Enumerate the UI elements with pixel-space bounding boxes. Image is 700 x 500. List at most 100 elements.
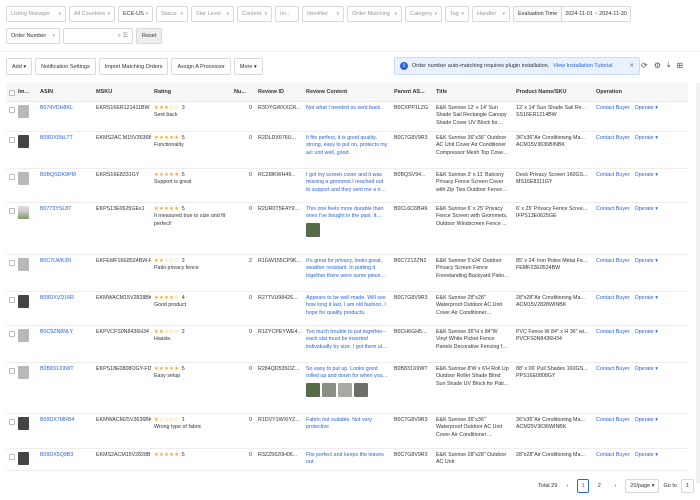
operate-dropdown[interactable]: Operate ▾ xyxy=(635,329,658,337)
product-thumbnail[interactable] xyxy=(18,171,29,185)
status-select[interactable]: Status ▾ xyxy=(156,6,188,22)
order-number-select[interactable]: Order Number ▾ xyxy=(6,28,60,44)
product-thumbnail[interactable] xyxy=(18,205,29,219)
installation-tutorial-link[interactable]: View Installation Tutorial xyxy=(553,63,612,69)
row-select-cell[interactable] xyxy=(6,202,15,255)
product-thumbnail[interactable] xyxy=(18,134,29,148)
contact-buyer-link[interactable]: Contact Buyer xyxy=(596,295,630,303)
row-select-cell[interactable] xyxy=(6,254,15,292)
contact-buyer-link[interactable]: Contact Buyer xyxy=(596,417,630,425)
add-button[interactable]: Add ▾ xyxy=(6,58,33,75)
table-row[interactable]: B09DX5Q9B3 EKMS2ACM15V2828BK ★★★★★ 5 0 R… xyxy=(6,448,688,471)
tag-select[interactable]: Tag ▾ xyxy=(445,6,469,22)
table-row[interactable]: B09DX7MRB4 EKMWACM25V3636BK ★☆☆☆☆ 1 Wrong… xyxy=(6,413,688,449)
more-button[interactable]: More ▾ xyxy=(233,58,263,75)
operate-dropdown[interactable]: Operate ▾ xyxy=(635,258,658,266)
product-thumbnail[interactable] xyxy=(18,451,29,465)
page-2-button[interactable]: 2 xyxy=(593,479,605,493)
table-row[interactable]: B09DX5NL7T EKMS2AC M15V3636BK ★★★★★ 5 Fun… xyxy=(6,131,688,169)
asin-link[interactable]: B0BQSDK9PM xyxy=(40,172,76,178)
order-matching-select[interactable]: Order Matching ▾ xyxy=(347,6,402,22)
table-row[interactable]: B074VDH8KL EKRS16ER121411BW ★★★☆☆ 3 Sent … xyxy=(6,101,688,132)
operate-dropdown[interactable]: Operate ▾ xyxy=(635,105,658,113)
operate-dropdown[interactable]: Operate ▾ xyxy=(635,295,658,303)
row-select-cell[interactable] xyxy=(6,325,15,363)
review-content-link[interactable]: Too much trouble to put together--each s… xyxy=(306,329,388,352)
asin-link[interactable]: B0C9ZN8NLY xyxy=(40,329,73,335)
row-select-cell[interactable] xyxy=(6,131,15,169)
table-row[interactable]: B0C9ZN8NLY EKPVCFS0N8436H34 ★★☆☆☆ 2 Hassl… xyxy=(6,325,688,363)
contact-buyer-link[interactable]: Contact Buyer xyxy=(596,105,630,113)
row-select-cell[interactable] xyxy=(6,168,15,203)
operate-dropdown[interactable]: Operate ▾ xyxy=(635,135,658,143)
download-icon[interactable]: ⤓ xyxy=(667,60,671,70)
im-select[interactable]: Im... xyxy=(275,6,299,22)
asin-link[interactable]: B09DXVD16R xyxy=(40,295,74,301)
review-content-link[interactable]: It's great for privacy, looks great, wea… xyxy=(306,258,388,281)
evaluation-time-range[interactable]: Evaluation Time 2024-11-01 ~ 2024-11-30 xyxy=(513,6,631,22)
table-row[interactable]: B0BQSDK9PM EKRS16E8331GY ★★★★★ 5 Support … xyxy=(6,168,688,203)
operate-dropdown[interactable]: Operate ▾ xyxy=(635,172,658,180)
vertical-scrollbar[interactable] xyxy=(696,83,700,483)
review-image[interactable] xyxy=(306,222,320,237)
asin-link[interactable]: B09DX7MRB4 xyxy=(40,417,74,423)
contact-buyer-link[interactable]: Contact Buyer xyxy=(596,172,630,180)
review-content-link[interactable]: This one feels more durable than ones I'… xyxy=(306,206,388,221)
contact-buyer-link[interactable]: Contact Buyer xyxy=(596,329,630,337)
asin-link[interactable]: B0C7LWK3N xyxy=(40,258,71,264)
column-setting-icon[interactable]: ⊞ xyxy=(676,61,683,70)
identifier-select[interactable]: Identifier ▾ xyxy=(302,6,344,22)
table-row[interactable]: B0C7LWK3N EKFEMF16E8524BW-FEM ★★☆☆☆ 2Pat… xyxy=(6,254,688,292)
asin-link[interactable]: B09DX5Q9B3 xyxy=(40,452,73,458)
search-icon[interactable]: ⌕ ☰ xyxy=(118,32,128,40)
table-row[interactable]: B0773YSL8T EKPS13E0625GEx1 ★★★★★ 5 It mea… xyxy=(6,202,688,255)
operate-dropdown[interactable]: Operate ▾ xyxy=(635,417,658,425)
row-select-cell[interactable] xyxy=(6,413,15,449)
row-select-cell[interactable] xyxy=(6,101,15,132)
review-content-link[interactable]: Not what I needed so sent back xyxy=(306,105,388,113)
table-row[interactable]: B0B831X9WT EKPS18E0808OGY-FD ★★★★★ 5 Easy… xyxy=(6,362,688,414)
operate-dropdown[interactable]: Operate ▾ xyxy=(635,366,658,374)
category-select[interactable]: Category ▾ xyxy=(405,6,442,22)
import-matching-orders-button[interactable]: Import Matching Orders xyxy=(98,58,169,75)
product-thumbnail[interactable] xyxy=(18,365,29,379)
handler-select[interactable]: Handler ▾ xyxy=(472,6,510,22)
settings-icon[interactable]: ⚙ xyxy=(654,61,661,70)
asin-link[interactable]: B09DX5NL7T xyxy=(40,135,73,141)
refresh-icon[interactable]: ⟳ xyxy=(641,61,648,70)
assign-processor-button[interactable]: Assign A Processor xyxy=(171,58,231,75)
next-page-button[interactable]: › xyxy=(609,479,621,493)
product-thumbnail[interactable] xyxy=(18,328,29,342)
asin-link[interactable]: B074VDH8KL xyxy=(40,105,73,111)
row-select-cell[interactable] xyxy=(6,291,15,326)
review-content-link[interactable]: So easy to put up. Looks good rolled up … xyxy=(306,366,388,381)
review-image[interactable] xyxy=(306,382,320,397)
review-image[interactable] xyxy=(322,382,336,397)
notification-settings-button[interactable]: Notification Settings xyxy=(35,58,96,75)
contact-buyer-link[interactable]: Contact Buyer xyxy=(596,206,630,214)
listing-manager-select[interactable]: Listing Manager ▾ xyxy=(6,6,66,22)
contact-buyer-link[interactable]: Contact Buyer xyxy=(596,135,630,143)
review-content-link[interactable]: It fits perfect, it is good quality, str… xyxy=(306,135,388,158)
contact-buyer-link[interactable]: Contact Buyer xyxy=(596,258,630,266)
contact-buyer-link[interactable]: Contact Buyer xyxy=(596,452,630,460)
review-image[interactable] xyxy=(354,382,368,397)
asin-link[interactable]: B0B831X9WT xyxy=(40,366,74,372)
product-thumbnail[interactable] xyxy=(18,104,29,118)
contact-buyer-link[interactable]: Contact Buyer xyxy=(596,366,630,374)
marketplace-select[interactable]: ECE-US ▾ xyxy=(118,6,153,22)
row-select-cell[interactable] xyxy=(6,448,15,471)
select-all-cell[interactable] xyxy=(6,83,15,102)
operate-dropdown[interactable]: Operate ▾ xyxy=(635,206,658,214)
review-content-link[interactable]: Appears to be well made. Will see how lo… xyxy=(306,295,388,318)
date-range-value[interactable]: 2024-11-01 ~ 2024-11-30 xyxy=(562,11,630,17)
order-number-input[interactable]: ⌕ ☰ xyxy=(63,28,133,44)
goto-page-input[interactable]: 1 xyxy=(680,479,694,493)
prev-page-button[interactable]: ‹ xyxy=(561,479,573,493)
close-icon[interactable]: ✕ xyxy=(629,63,634,69)
reset-button[interactable]: Reset xyxy=(136,28,163,44)
review-content-link[interactable]: I got my screen cover and it was missing… xyxy=(306,172,388,195)
content-select[interactable]: Content ▾ xyxy=(237,6,272,22)
page-size-select[interactable]: 20/page ▾ xyxy=(625,479,660,493)
table-row[interactable]: B09DXVD16R EKMWACM15V2828BK ★★★★☆ 4 Good … xyxy=(6,291,688,326)
